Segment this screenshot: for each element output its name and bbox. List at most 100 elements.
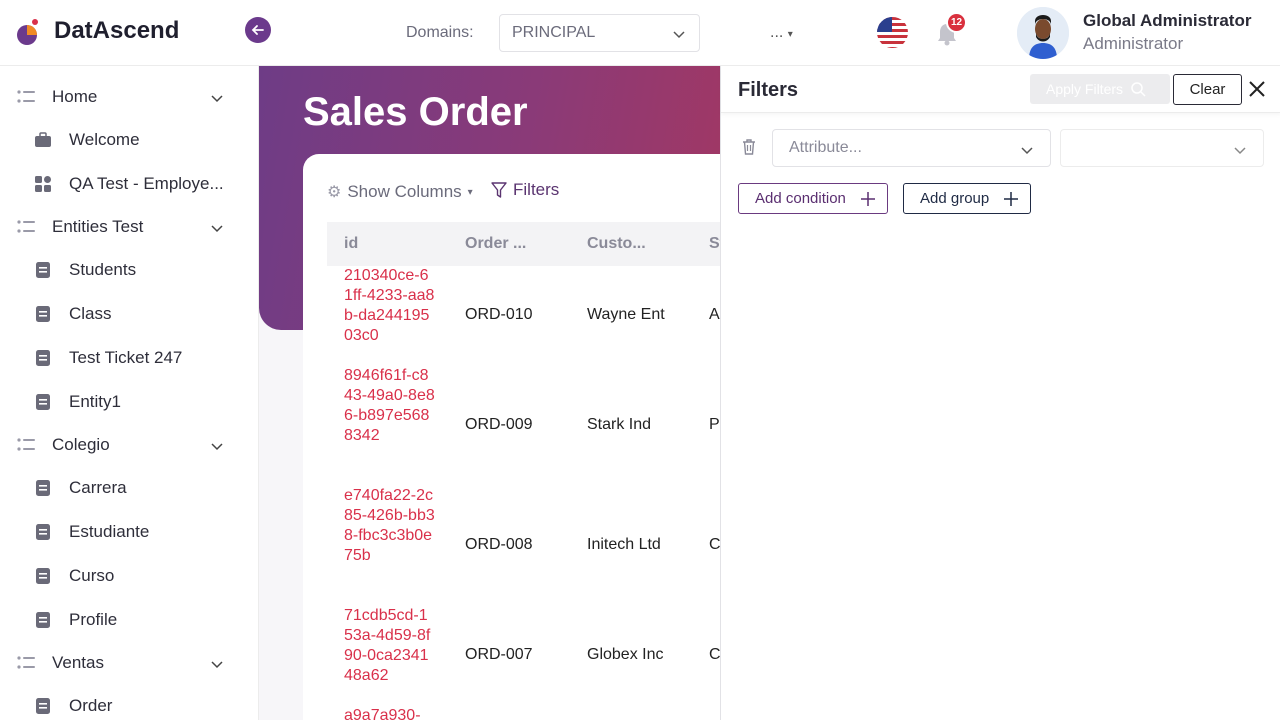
chevron-down-icon: [211, 443, 223, 451]
user-avatar[interactable]: [1017, 7, 1069, 59]
column-header-order[interactable]: Order ...: [465, 235, 526, 253]
sidebar-item-label: Home: [52, 87, 98, 106]
clear-filters-button[interactable]: Clear: [1173, 74, 1242, 105]
row-status: A: [709, 306, 720, 323]
brand-name: DatAscend: [54, 17, 180, 44]
row-id-link[interactable]: 71cdb5cd-153a-4d59-8f90-0ca234148a62: [344, 606, 436, 686]
user-name: Global Administrator: [1083, 11, 1252, 30]
document-icon: [34, 479, 52, 497]
more-menu-button[interactable]: ... ▾: [770, 24, 793, 42]
document-icon: [34, 567, 52, 585]
caret-down-icon: ▾: [467, 186, 473, 198]
group-icon: [17, 88, 35, 106]
table-card: ⚙ Show Columns ▾ Filters id Order ... Cu…: [303, 154, 763, 720]
sidebar-item-label: Colegio: [52, 435, 110, 454]
plus-icon: [860, 191, 875, 206]
search-icon: [1131, 81, 1146, 97]
trash-icon[interactable]: [741, 138, 757, 156]
sidebar-item-welcome[interactable]: Welcome: [0, 120, 259, 160]
chevron-down-icon: [211, 95, 223, 103]
close-icon[interactable]: [1247, 79, 1267, 99]
plus-icon: [1004, 191, 1019, 206]
caret-down-icon: ▾: [787, 29, 793, 40]
document-icon: [34, 305, 52, 323]
more-menu-label: ...: [770, 24, 784, 41]
document-icon: [34, 349, 52, 367]
column-header-customer[interactable]: Custo...: [587, 235, 646, 253]
attribute-select[interactable]: Attribute...: [772, 129, 1051, 167]
sidebar-item-label: Test Ticket 247: [69, 348, 183, 367]
apply-filters-button[interactable]: Apply Filters: [1030, 74, 1170, 104]
group-icon: [17, 436, 35, 454]
domain-select-value: PRINCIPAL: [512, 24, 596, 41]
add-condition-button[interactable]: Add condition: [738, 183, 888, 214]
sidebar-item-class[interactable]: Class: [0, 294, 259, 334]
sidebar-item-curso[interactable]: Curso: [0, 556, 259, 596]
add-group-button[interactable]: Add group: [903, 183, 1031, 214]
column-header-id[interactable]: id: [344, 235, 358, 253]
add-condition-label: Add condition: [755, 190, 846, 207]
apply-filters-label: Apply Filters: [1046, 81, 1124, 97]
arrow-left-icon: [251, 25, 264, 35]
chevron-down-icon: [1234, 147, 1246, 155]
page-title: Sales Order: [303, 90, 528, 134]
sidebar-item-entities-test[interactable]: Entities Test: [0, 207, 259, 247]
row-customer: Globex Inc: [587, 646, 664, 663]
filters-panel: Filters Apply Filters Clear Attribute...…: [720, 66, 1280, 720]
sidebar-item-estudiante[interactable]: Estudiante: [0, 512, 259, 552]
sidebar-item-qa-test[interactable]: QA Test - Employe...: [0, 164, 259, 204]
sidebar-item-label: Ventas: [52, 653, 104, 672]
document-icon: [34, 393, 52, 411]
row-id-link[interactable]: 210340ce-61ff-4233-aa8b-da24419503c0: [344, 266, 436, 346]
group-icon: [17, 654, 35, 672]
row-id-link[interactable]: 8946f61f-c843-49a0-8e86-b897e5688342: [344, 366, 436, 446]
notification-count-badge: 12: [946, 12, 967, 33]
sidebar-item-label: Curso: [69, 566, 115, 585]
filters-label: Filters: [513, 180, 560, 199]
sidebar-item-label: Estudiante: [69, 522, 150, 541]
row-id-link[interactable]: a9a7a930-: [344, 706, 436, 720]
sidebar: Home Welcome QA Test - Employe... Entiti…: [0, 66, 259, 720]
us-flag-icon[interactable]: [877, 17, 908, 48]
sidebar-item-profile[interactable]: Profile: [0, 600, 259, 640]
domains-label: Domains:: [406, 24, 474, 41]
sidebar-item-label: Entity1: [69, 392, 121, 411]
operator-select[interactable]: [1060, 129, 1264, 167]
show-columns-button[interactable]: ⚙ Show Columns ▾: [327, 182, 473, 202]
group-icon: [17, 218, 35, 236]
sidebar-item-ventas[interactable]: Ventas: [0, 643, 259, 683]
sidebar-item-label: Class: [69, 304, 112, 323]
show-columns-label: Show Columns: [347, 182, 462, 201]
row-status: P: [709, 416, 720, 433]
domain-select[interactable]: PRINCIPAL: [499, 14, 700, 52]
row-order: ORD-010: [465, 306, 533, 323]
sidebar-item-label: Profile: [69, 610, 118, 629]
sidebar-item-home[interactable]: Home: [0, 77, 259, 117]
chevron-down-icon: [1021, 147, 1033, 155]
collapse-sidebar-button[interactable]: [245, 17, 271, 43]
row-id-link[interactable]: e740fa22-2c85-426b-bb38-fbc3c3b0e75b: [344, 486, 436, 566]
attribute-select-placeholder: Attribute...: [789, 139, 862, 156]
briefcase-icon: [34, 131, 52, 149]
sidebar-item-test-ticket-247[interactable]: Test Ticket 247: [0, 338, 259, 378]
filters-panel-header: Filters Apply Filters Clear: [721, 66, 1280, 113]
row-order: ORD-009: [465, 416, 533, 433]
filters-panel-title: Filters: [738, 79, 799, 101]
user-avatar-icon: [1017, 7, 1069, 59]
sidebar-item-carrera[interactable]: Carrera: [0, 468, 259, 508]
sidebar-item-entity1[interactable]: Entity1: [0, 382, 259, 422]
filters-button[interactable]: Filters: [491, 180, 559, 200]
row-order: ORD-008: [465, 536, 533, 553]
sidebar-item-colegio[interactable]: Colegio: [0, 425, 259, 465]
sidebar-item-label: QA Test - Employe...: [69, 174, 224, 193]
document-icon: [34, 523, 52, 541]
sidebar-item-students[interactable]: Students: [0, 250, 259, 290]
document-icon: [34, 697, 52, 715]
filter-icon: [491, 182, 507, 198]
sidebar-item-label: Welcome: [69, 130, 140, 149]
sidebar-item-label: Order: [69, 696, 113, 715]
row-status: C: [709, 536, 721, 553]
document-icon: [34, 261, 52, 279]
top-header: DatAscend Domains: PRINCIPAL ... ▾ 12 Gl…: [0, 0, 1280, 66]
sidebar-item-order[interactable]: Order: [0, 686, 259, 720]
